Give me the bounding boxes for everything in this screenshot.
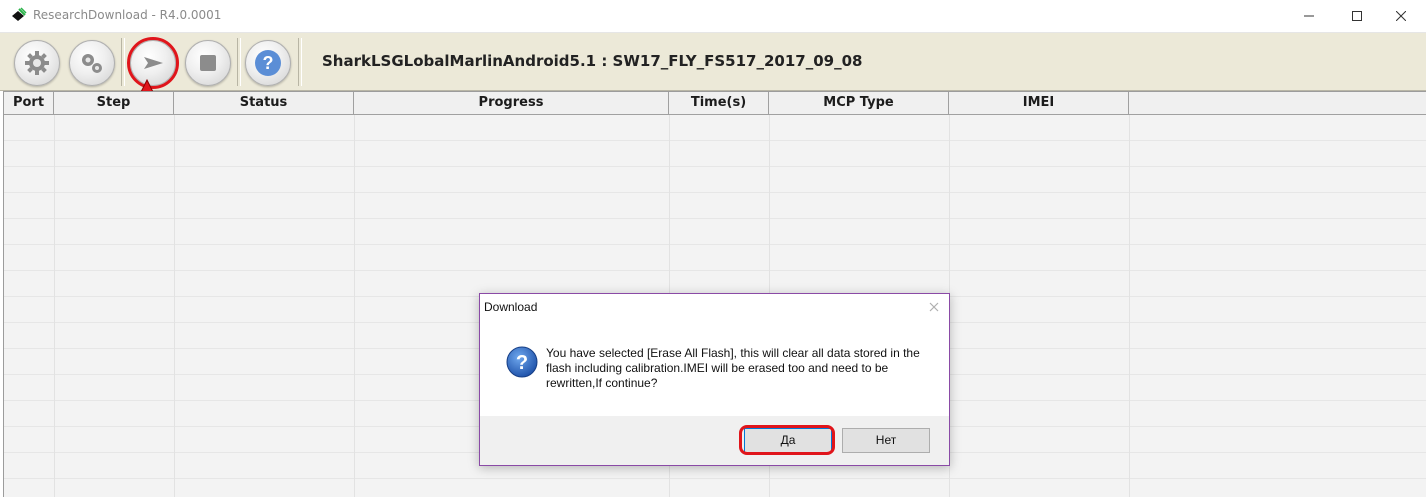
column-header-mcp-type[interactable]: MCP Type (769, 92, 949, 114)
column-header-progress[interactable]: Progress (354, 92, 669, 114)
grid-divider (354, 115, 355, 497)
confirm-dialog: Download ? You have selected [Erase All … (479, 293, 950, 466)
app-icon (12, 7, 27, 21)
close-button[interactable] (1378, 0, 1424, 32)
minimize-icon (1304, 15, 1314, 17)
column-header-status[interactable]: Status (174, 92, 354, 114)
no-button[interactable]: Нет (842, 428, 930, 453)
grid-divider (174, 115, 175, 497)
firmware-title: SharkLSGLobalMarlinAndroid5.1 : SW17_FLY… (322, 52, 863, 70)
stop-download-button[interactable] (185, 40, 231, 86)
gears-icon (82, 54, 102, 73)
maximize-button[interactable] (1334, 0, 1380, 32)
column-header-imei[interactable]: IMEI (949, 92, 1129, 114)
dialog-close-icon[interactable] (926, 299, 942, 315)
svg-text:?: ? (263, 53, 274, 73)
dialog-message: You have selected [Erase All Flash], thi… (546, 346, 920, 390)
grid-divider (54, 115, 55, 497)
settings-button[interactable] (14, 40, 60, 86)
advanced-settings-button[interactable] (69, 40, 115, 86)
help-icon: ? (255, 50, 281, 76)
minimize-button[interactable] (1286, 0, 1332, 32)
close-icon (1396, 11, 1406, 21)
toolbar-separator (237, 38, 241, 86)
column-header-port[interactable]: Port (4, 92, 54, 114)
grid-divider (1129, 115, 1130, 497)
grid-header: Port Step Status Progress Time(s) MCP Ty… (4, 92, 1426, 115)
maximize-icon (1352, 11, 1362, 21)
column-header-step[interactable]: Step (54, 92, 174, 114)
question-icon: ? (506, 346, 538, 378)
dialog-title: Download (484, 300, 538, 314)
stop-icon (200, 55, 216, 71)
column-header-time[interactable]: Time(s) (669, 92, 769, 114)
help-button[interactable]: ? (245, 40, 291, 86)
toolbar-separator (298, 38, 302, 86)
title-bar: ResearchDownload - R4.0.0001 (0, 0, 1426, 33)
yes-button-highlight (739, 425, 835, 455)
svg-text:?: ? (516, 352, 528, 374)
window-title: ResearchDownload - R4.0.0001 (33, 8, 222, 22)
gear-icon (25, 51, 49, 75)
toolbar-separator (121, 38, 125, 86)
